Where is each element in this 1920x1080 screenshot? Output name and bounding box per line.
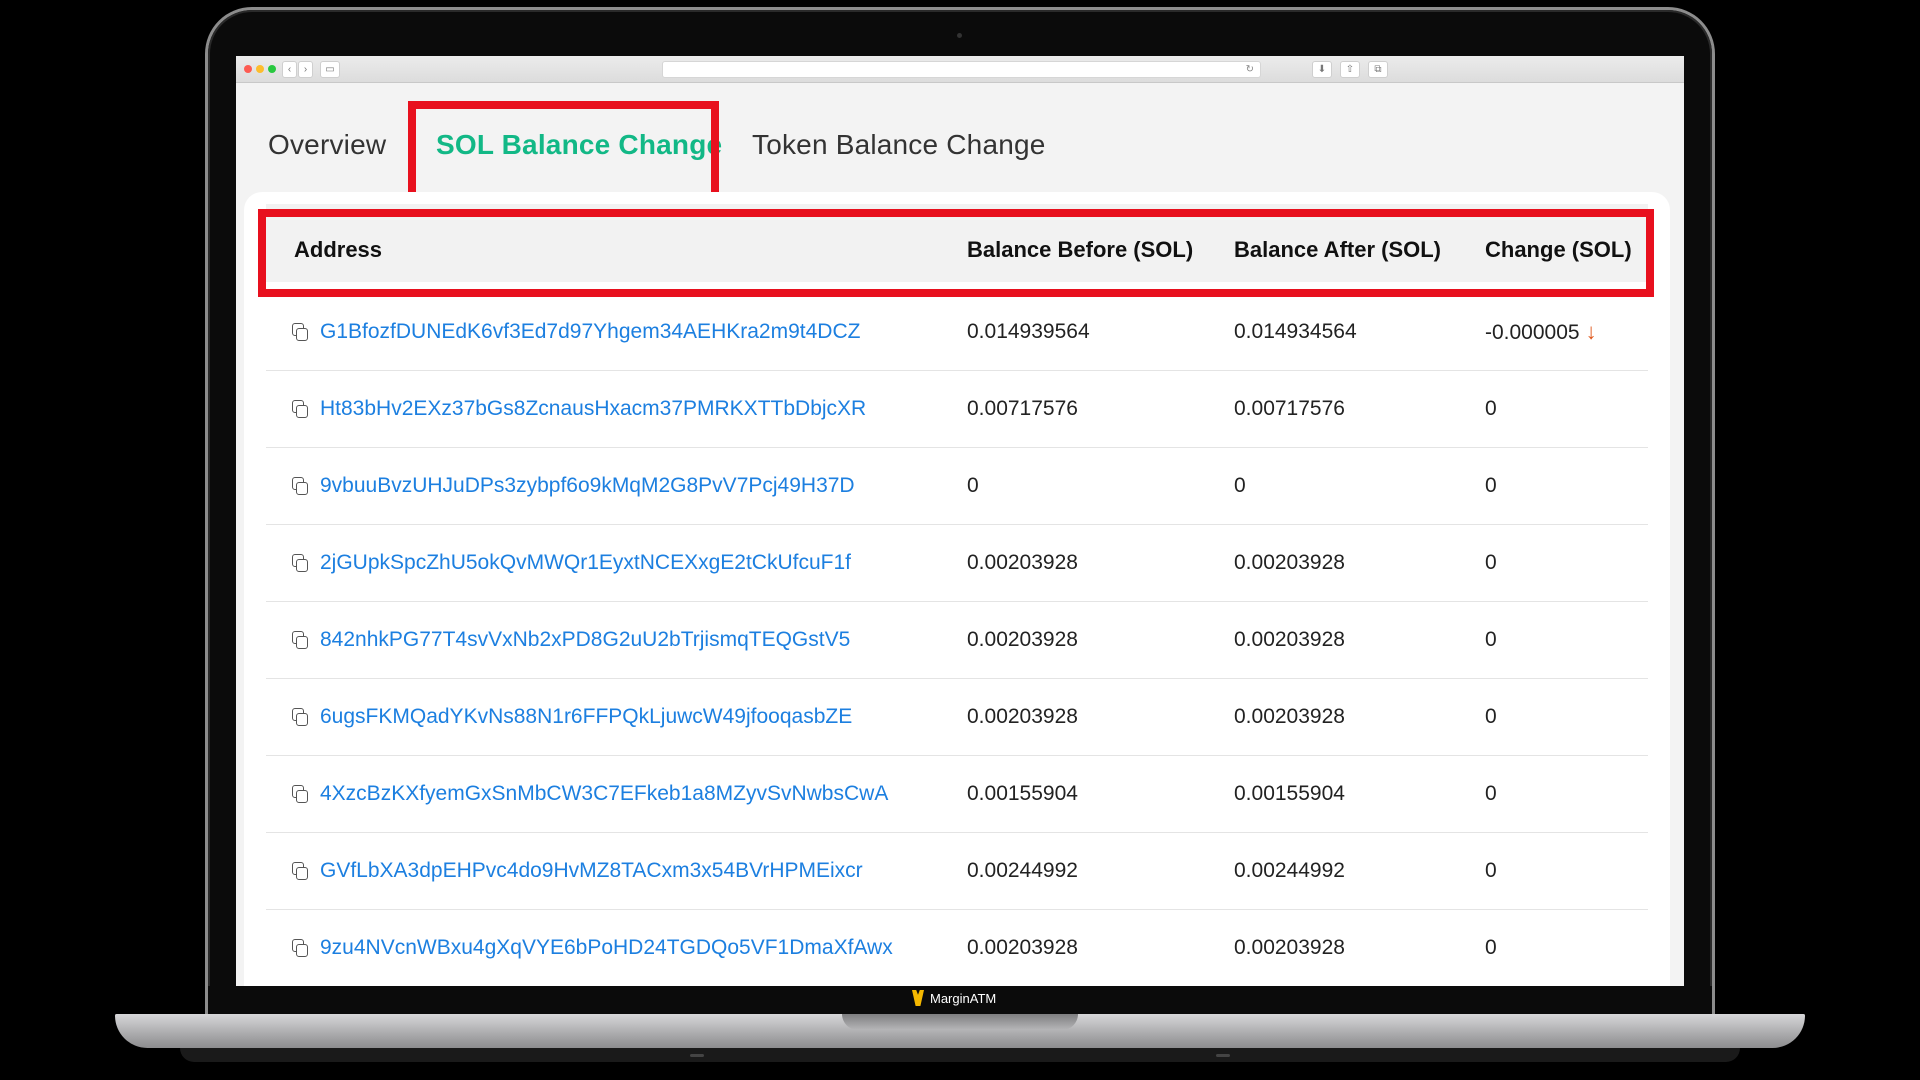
tab-overview[interactable]: Overview (268, 82, 386, 194)
balance-before: 0.00155904 (967, 782, 1078, 805)
copy-icon[interactable] (292, 939, 308, 957)
change-value: -0.000005 (1485, 321, 1580, 344)
laptop-foot (1216, 1054, 1230, 1057)
address-link[interactable]: Ht83bHv2EXz37bGs8ZcnausHxacm37PMRKXTTbDb… (320, 371, 866, 447)
download-icon[interactable]: ⬇ (1312, 61, 1332, 78)
address-link[interactable]: G1BfozfDUNEdK6vf3Ed7d97Yhgem34AEHKra2m9t… (320, 294, 860, 370)
balance-before: 0.00203928 (967, 936, 1078, 959)
table-row: Ht83bHv2EXz37bGs8ZcnausHxacm37PMRKXTTbDb… (266, 371, 1648, 448)
table-row: 9vbuuBvzUHJuDPs3zybpf6o9kMqM2G8PvV7Pcj49… (266, 448, 1648, 525)
laptop-base-shadow (180, 1048, 1740, 1062)
brand-name: MarginATM (930, 990, 997, 1006)
header-highlight-box (258, 209, 1654, 297)
balance-before: 0.00244992 (967, 859, 1078, 882)
copy-icon[interactable] (292, 554, 308, 572)
laptop-foot (690, 1054, 704, 1057)
table-row: 6ugsFKMQadYKvNs88N1r6FFPQkLjuwcW49jfooqa… (266, 679, 1648, 756)
balance-before: 0.00203928 (967, 628, 1078, 651)
back-icon[interactable]: ‹ (282, 61, 297, 78)
balance-before: 0.00717576 (967, 397, 1078, 420)
table-row: 9zu4NVcnWBxu4gXqVYE6bPoHD24TGDQo5VF1DmaX… (266, 910, 1648, 986)
address-link[interactable]: 2jGUpkSpcZhU5okQvMWQr1EyxtNCEXxgE2tCkUfc… (320, 525, 851, 601)
table-row: G1BfozfDUNEdK6vf3Ed7d97Yhgem34AEHKra2m9t… (266, 294, 1648, 371)
tabs-icon[interactable]: ⧉ (1368, 61, 1388, 78)
address-link[interactable]: 4XzcBzKXfyemGxSnMbCW3C7EFkeb1a8MZyvSvNwb… (320, 756, 888, 832)
address-bar[interactable]: ↻ (662, 61, 1261, 78)
copy-icon[interactable] (292, 323, 308, 341)
copy-icon[interactable] (292, 785, 308, 803)
change-cell: -0.000005 ↓ (1485, 294, 1597, 370)
balance-before: 0.00203928 (967, 551, 1078, 574)
balance-after: 0.00203928 (1234, 628, 1345, 651)
address-link[interactable]: 842nhkPG77T4svVxNb2xPD8G2uU2bTrjismqTEQG… (320, 602, 850, 678)
share-icon[interactable]: ⇧ (1340, 61, 1360, 78)
copy-icon[interactable] (292, 400, 308, 418)
arrow-down-icon: ↓ (1585, 319, 1597, 344)
forward-icon[interactable]: › (298, 61, 313, 78)
change-value: 0 (1485, 628, 1497, 651)
camera (957, 33, 962, 38)
address-link[interactable]: 6ugsFKMQadYKvNs88N1r6FFPQkLjuwcW49jfooqa… (320, 679, 852, 755)
balance-after: 0.00203928 (1234, 551, 1345, 574)
close-window-button[interactable] (244, 65, 252, 73)
address-link[interactable]: GVfLbXA3dpEHPvc4do9HvMZ8TACxm3x54BVrHPME… (320, 833, 863, 909)
copy-icon[interactable] (292, 862, 308, 880)
table-row: 2jGUpkSpcZhU5okQvMWQr1EyxtNCEXxgE2tCkUfc… (266, 525, 1648, 602)
reload-icon[interactable]: ↻ (1246, 62, 1254, 77)
balance-after: 0.00203928 (1234, 705, 1345, 728)
balance-after: 0.00203928 (1234, 936, 1345, 959)
change-value: 0 (1485, 936, 1497, 959)
address-link[interactable]: 9vbuuBvzUHJuDPs3zybpf6o9kMqM2G8PvV7Pcj49… (320, 448, 855, 524)
change-value: 0 (1485, 551, 1497, 574)
change-value: 0 (1485, 474, 1497, 497)
balance-after: 0.014934564 (1234, 320, 1357, 343)
balance-before: 0.014939564 (967, 320, 1090, 343)
minimize-window-button[interactable] (256, 65, 264, 73)
change-value: 0 (1485, 705, 1497, 728)
copy-icon[interactable] (292, 477, 308, 495)
address-link[interactable]: 9zu4NVcnWBxu4gXqVYE6bPoHD24TGDQo5VF1DmaX… (320, 910, 893, 986)
change-value: 0 (1485, 782, 1497, 805)
table-row: 4XzcBzKXfyemGxSnMbCW3C7EFkeb1a8MZyvSvNwb… (266, 756, 1648, 833)
laptop-brand: MarginATM (912, 990, 996, 1006)
copy-icon[interactable] (292, 708, 308, 726)
sidebar-icon[interactable]: ▭ (320, 61, 340, 78)
brand-logo-icon (912, 990, 924, 1006)
browser-toolbar: ‹ › ▭ ↻ ⬇ ⇧ ⧉ (236, 56, 1684, 83)
change-value: 0 (1485, 397, 1497, 420)
tab-token-balance-change[interactable]: Token Balance Change (752, 82, 1046, 194)
browser-window: ‹ › ▭ ↻ ⬇ ⇧ ⧉ Overview SOL Balance Chang… (236, 56, 1684, 986)
table-row: 842nhkPG77T4svVxNb2xPD8G2uU2bTrjismqTEQG… (266, 602, 1648, 679)
balance-after: 0.00244992 (1234, 859, 1345, 882)
table-row: GVfLbXA3dpEHPvc4do9HvMZ8TACxm3x54BVrHPME… (266, 833, 1648, 910)
maximize-window-button[interactable] (268, 65, 276, 73)
balance-after: 0 (1234, 474, 1246, 497)
change-value: 0 (1485, 859, 1497, 882)
balance-before: 0.00203928 (967, 705, 1078, 728)
balance-after: 0.00717576 (1234, 397, 1345, 420)
table-body: G1BfozfDUNEdK6vf3Ed7d97Yhgem34AEHKra2m9t… (266, 294, 1648, 986)
balance-before: 0 (967, 474, 979, 497)
laptop-notch (842, 1014, 1078, 1030)
copy-icon[interactable] (292, 631, 308, 649)
balance-after: 0.00155904 (1234, 782, 1345, 805)
